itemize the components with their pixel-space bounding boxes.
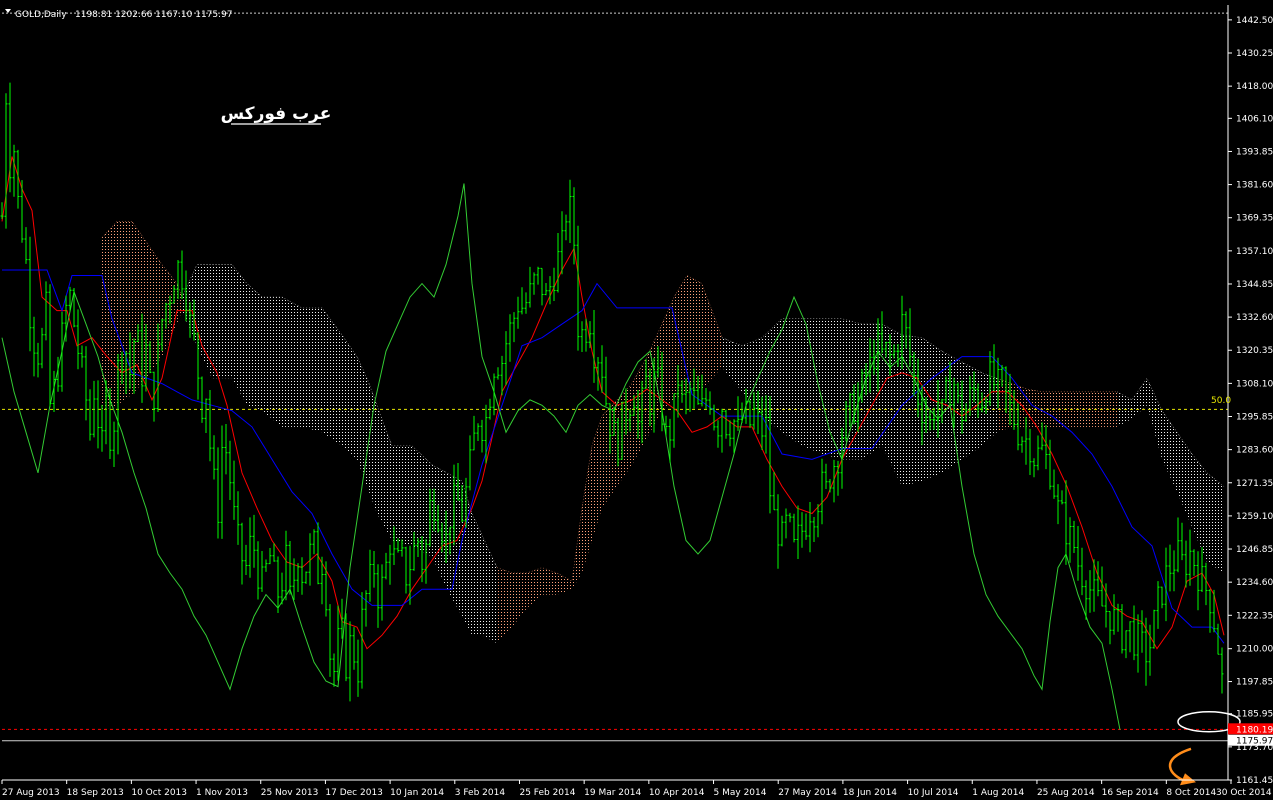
x-tick-label: 10 Apr 2014	[649, 788, 705, 798]
y-tick-label: 1430.25	[1236, 49, 1273, 59]
y-tick-label: 1161.45	[1236, 776, 1273, 786]
x-tick-label: 1 Nov 2013	[196, 788, 248, 798]
x-tick-label: 27 Aug 2013	[2, 788, 60, 798]
y-tick-label: 1271.35	[1236, 479, 1273, 489]
x-tick-label: 10 Oct 2013	[131, 788, 187, 798]
y-tick-label: 1259.10	[1236, 512, 1273, 522]
y-tick-label: 1418.00	[1236, 82, 1273, 92]
y-tick-label: 1185.95	[1236, 710, 1273, 720]
y-tick-label: 1197.85	[1236, 678, 1273, 688]
y-tick-label: 1283.60	[1236, 446, 1273, 456]
x-tick-label: 25 Aug 2014	[1037, 788, 1095, 798]
y-tick-label: 1442.50	[1236, 16, 1273, 26]
x-tick-label: 25 Feb 2014	[519, 788, 575, 798]
y-tick-label: 1308.10	[1236, 379, 1273, 389]
level-50-label: 50.0	[1211, 396, 1231, 406]
y-tick-label: 1357.10	[1236, 247, 1273, 257]
x-tick-label: 30 Oct 2014	[1216, 788, 1272, 798]
y-tick-label: 1222.35	[1236, 611, 1273, 621]
y-tick-label: 1234.60	[1236, 578, 1273, 588]
x-tick-label: 3 Feb 2014	[455, 788, 506, 798]
x-tick-label: 19 Mar 2014	[584, 788, 641, 798]
y-tick-label: 1210.00	[1236, 645, 1273, 655]
y-tick-label: 1381.60	[1236, 181, 1273, 191]
x-tick-label: 10 Jan 2014	[390, 788, 444, 798]
y-tick-label: 1295.85	[1236, 413, 1273, 423]
y-tick-label: 1332.60	[1236, 313, 1273, 323]
watermark-text: عرب فوركس	[221, 104, 332, 124]
x-tick-label: 1 Aug 2014	[972, 788, 1024, 798]
x-tick-label: 16 Sep 2014	[1102, 788, 1159, 798]
last-price-label: 1175.97	[1236, 737, 1273, 747]
y-tick-label: 1393.85	[1236, 147, 1273, 157]
x-tick-label: 18 Sep 2013	[67, 788, 124, 798]
symbol-label: GOLD,Daily	[15, 10, 67, 20]
y-tick-label: 1406.10	[1236, 114, 1273, 124]
x-tick-label: 8 Oct 2014	[1166, 788, 1216, 798]
x-tick-label: 17 Dec 2013	[325, 788, 383, 798]
x-tick-label: 27 May 2014	[778, 788, 837, 798]
x-tick-label: 10 Jul 2014	[908, 788, 959, 798]
y-tick-label: 1369.35	[1236, 214, 1273, 224]
y-tick-label: 1320.35	[1236, 346, 1273, 356]
chart-header: GOLD,Daily 1198.81 1202.66 1167.10 1175.…	[5, 9, 232, 20]
y-tick-label: 1246.85	[1236, 545, 1273, 555]
ichimoku-chart: 1442.50 1430.25 1418.00 1406.10 1393.85 1381.…	[0, 0, 1273, 800]
y-tick-label: 1344.85	[1236, 280, 1273, 290]
x-tick-label: 25 Nov 2013	[261, 788, 319, 798]
ohlc-values: 1198.81 1202.66 1167.10 1175.97	[75, 10, 232, 20]
x-tick-label: 18 Jun 2014	[843, 788, 897, 798]
bid-price-label: 1180.19	[1236, 725, 1273, 735]
x-tick-label: 5 May 2014	[714, 788, 767, 798]
